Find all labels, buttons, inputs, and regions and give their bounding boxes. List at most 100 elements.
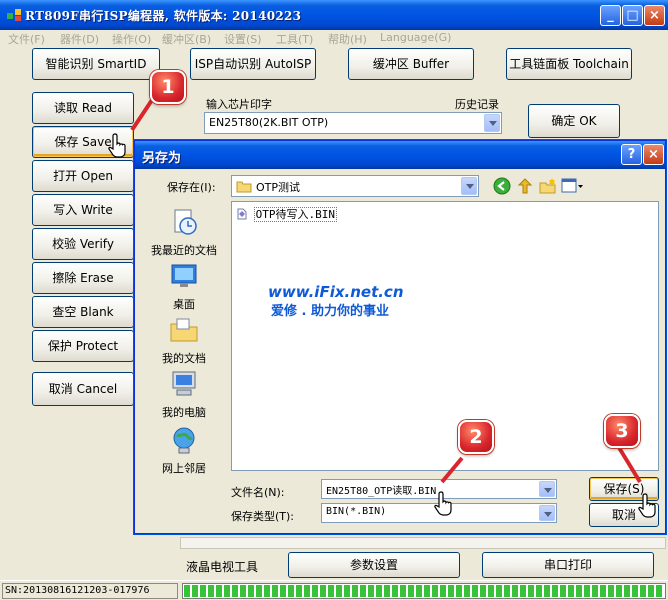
annotation-badge-1: 1 [150,70,186,104]
params-button[interactable]: 参数设置 [288,552,460,578]
protect-label: 保护 Protect [47,339,119,353]
chevron-down-icon[interactable] [539,505,555,521]
bin-file-icon [237,208,247,220]
hand-cursor-icon [108,133,126,158]
list-item[interactable]: OTP待写入.BIN [236,206,337,222]
write-button[interactable]: 写入 Write [32,194,134,226]
view-menu-icon[interactable] [561,177,583,195]
auto-isp-button[interactable]: ISP自动识别 AutoISP [190,48,316,80]
place-my-computer[interactable]: 我的电脑 [143,369,225,420]
chip-value: EN25T80(2K.BIT OTP) [209,116,329,129]
place-desktop[interactable]: 桌面 [143,261,225,312]
save-in-combobox[interactable]: OTP测试 [231,175,479,197]
params-label: 参数设置 [349,558,398,572]
read-label: 读取 Read [54,101,112,115]
buffer-button[interactable]: 缓冲区 Buffer [348,48,474,80]
write-label: 写入 Write [53,203,113,217]
save-as-dialog: 另存为 ? × 保存在(I): OTP测试 我最近的文档 桌面 我的文档 我的电… [134,140,666,534]
blank-button[interactable]: 查空 Blank [32,296,134,328]
open-label: 打开 Open [53,169,113,183]
dialog-close-button[interactable]: × [643,144,664,165]
smartid-label: 智能识别 SmartID [45,57,147,71]
chevron-down-icon[interactable] [539,481,555,497]
toolchain-label: 工具链面板 Toolchain [509,57,629,71]
filename-value: EN25T80_OTP读取.BIN [326,486,437,497]
toolchain-button[interactable]: 工具链面板 Toolchain [506,48,632,80]
smartid-button[interactable]: 智能识别 SmartID [32,48,160,80]
save-in-label: 保存在(I): [167,181,216,194]
lcd-tool-label: 液晶电视工具 [186,560,259,574]
help-button[interactable]: ? [621,144,642,165]
erase-button[interactable]: 擦除 Erase [32,262,134,294]
buffer-label: 缓冲区 Buffer [372,57,450,71]
serial-number: SN:20130816121203-017976 [2,583,178,599]
annotation-badge-2: 2 [458,420,494,454]
close-button[interactable]: × [644,5,665,26]
help-icon: ? [627,147,636,162]
filetype-value: BIN(*.BIN) [326,506,387,517]
status-bar: SN:20130816121203-017976 [0,580,668,600]
open-button[interactable]: 打开 Open [32,160,134,192]
place-network[interactable]: 网上邻居 [143,425,225,476]
chevron-down-icon[interactable] [461,177,477,195]
maximize-icon: □ [626,8,639,23]
dialog-title: 另存为 [142,151,182,166]
blank-label: 查空 Blank [52,305,114,319]
dialog-title-bar[interactable]: 另存为 ? × [135,141,665,169]
my-documents-icon [170,318,198,342]
save-in-value: OTP测试 [256,181,301,194]
progress-bar [182,583,666,599]
place-desktop-label: 桌面 [173,298,195,311]
file-name: OTP待写入.BIN [253,207,337,222]
maximize-button[interactable]: □ [622,5,643,26]
verify-button[interactable]: 校验 Verify [32,228,134,260]
cancel-main-button[interactable]: 取消 Cancel [32,372,134,406]
recent-documents-icon [174,209,197,235]
window-title: RT809F串行ISP编程器, 软件版本: 20140223 [25,9,302,23]
back-icon[interactable] [493,177,511,195]
ok-label: 确定 OK [551,114,597,128]
minimize-icon: _ [607,8,614,23]
place-my-documents[interactable]: 我的文档 [143,315,225,366]
minimize-button[interactable]: _ [600,5,621,26]
file-list[interactable]: OTP待写入.BIN [231,201,659,471]
menu-bar: 文件(F) 器件(D) 操作(O) 缓冲区(B) 设置(S) 工具(T) 帮助(… [0,30,668,46]
folder-icon [236,181,252,193]
chip-combobox[interactable]: EN25T80(2K.BIT OTP) [204,112,502,134]
close-icon: × [649,8,660,23]
menu-tools[interactable]: 工具(T) [276,31,313,47]
horizontal-scrollbar[interactable] [180,537,666,549]
hand-cursor-icon [638,493,656,518]
serial-print-button[interactable]: 串口打印 [482,552,654,578]
annotation-badge-3: 3 [604,414,640,448]
filename-label: 文件名(N): [231,486,285,499]
menu-settings[interactable]: 设置(S) [224,31,262,47]
desktop-icon [171,264,197,287]
menu-operation[interactable]: 操作(O) [112,31,151,47]
chevron-down-icon[interactable] [484,114,500,132]
place-recent[interactable]: 我最近的文档 [143,207,225,258]
main-title-bar[interactable]: RT809F串行ISP编程器, 软件版本: 20140223 _ □ × [0,0,668,30]
watermark-url: www.iFix.net.cn [268,283,404,301]
ok-button[interactable]: 确定 OK [528,104,620,138]
read-button[interactable]: 读取 Read [32,92,134,124]
progress-fill [184,585,664,597]
menu-help[interactable]: 帮助(H) [328,31,367,47]
annotation-arrow-1 [130,98,154,132]
history-label: 历史记录 [455,98,499,111]
erase-label: 擦除 Erase [52,271,114,285]
place-my-documents-label: 我的文档 [162,352,206,365]
network-places-icon [173,427,195,454]
menu-language[interactable]: Language(G) [380,31,451,44]
close-icon: × [648,147,659,162]
up-folder-icon[interactable] [517,177,533,195]
place-recent-label: 我最近的文档 [151,244,217,257]
protect-button[interactable]: 保护 Protect [32,330,134,362]
menu-buffer[interactable]: 缓冲区(B) [162,31,211,47]
new-folder-icon[interactable] [539,177,557,195]
menu-device[interactable]: 器件(D) [60,31,99,47]
my-computer-icon [172,371,196,396]
menu-file[interactable]: 文件(F) [8,31,45,47]
place-my-computer-label: 我的电脑 [162,406,206,419]
watermark-slogan: 爱修 . 助力你的事业 [271,304,389,319]
